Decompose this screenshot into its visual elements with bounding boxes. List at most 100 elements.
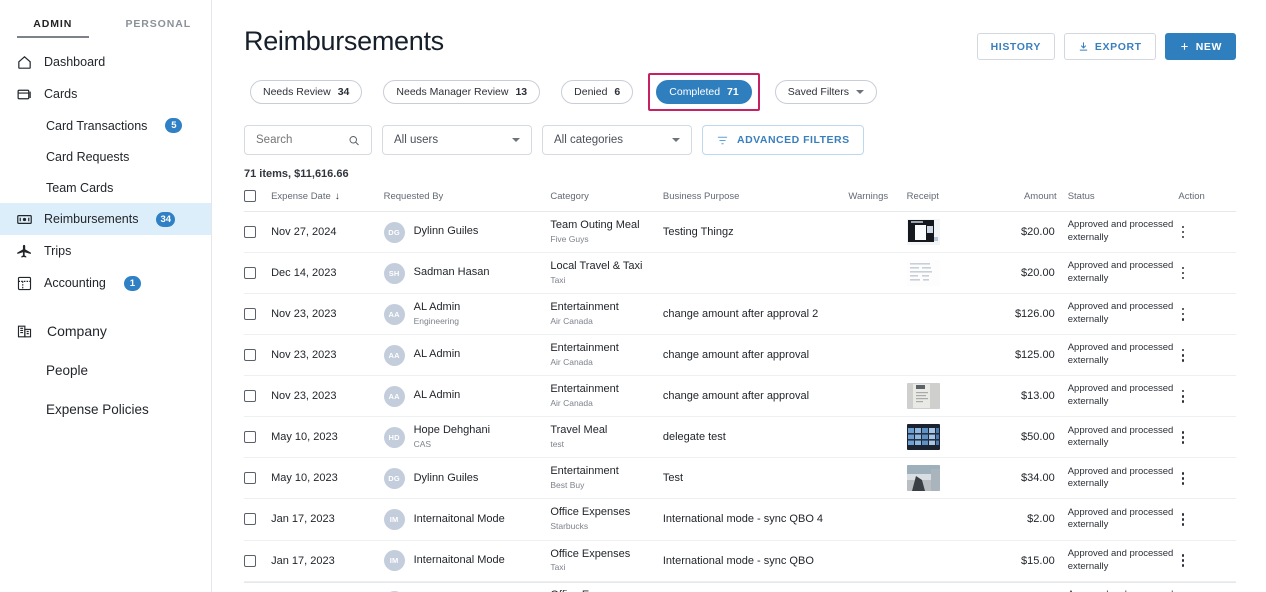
row-checkbox[interactable] [244, 226, 256, 239]
users-select[interactable]: All users [382, 125, 532, 155]
row-menu-button[interactable] [1173, 554, 1187, 567]
cell-status: Approved and processed externally [1056, 375, 1174, 418]
cell-expense-date: Nov 27, 2024 [271, 211, 384, 254]
row-checkbox[interactable] [244, 390, 256, 403]
cell-receipt [906, 540, 988, 582]
cell-warnings [848, 252, 907, 295]
chip-label: Completed [669, 86, 721, 98]
row-checkbox[interactable] [244, 349, 256, 362]
chip-needs-manager-review[interactable]: Needs Manager Review 13 [383, 80, 541, 104]
requester-name: Internaitonal Mode [413, 553, 505, 566]
search-input[interactable] [256, 134, 348, 146]
row-menu-button[interactable] [1173, 472, 1187, 485]
col-status[interactable]: Status [1056, 190, 1174, 212]
table-row[interactable]: May 10, 2023 DG Dylinn Guiles Entertainm… [244, 457, 1236, 500]
table-row[interactable]: Nov 23, 2023 AA AL Admin Entertainment A… [244, 375, 1236, 418]
col-receipt[interactable]: Receipt [906, 190, 988, 212]
sidebar-item-label: Company [47, 323, 107, 339]
sidebar-item-expense-policies[interactable]: Expense Policies [0, 394, 211, 425]
row-checkbox[interactable] [244, 267, 256, 280]
sidebar-item-label: Team Cards [46, 180, 114, 195]
receipt-thumbnail[interactable] [906, 424, 940, 451]
table-row[interactable]: Nov 23, 2023 AA AL Admin Engineering Ent… [244, 293, 1236, 336]
table-row[interactable]: Jan 17, 2023 IM Internaitonal Mode Offic… [244, 540, 1236, 582]
accounting-icon [17, 276, 32, 290]
page-header: Reimbursements HISTORY EXPORT NEW [244, 26, 1236, 60]
advanced-filters-button[interactable]: ADVANCED FILTERS [702, 125, 864, 155]
col-label: Requested By [383, 190, 444, 202]
sidebar-item-team-cards[interactable]: Team Cards [0, 172, 211, 203]
row-menu-button[interactable] [1173, 513, 1187, 526]
cell-warnings [848, 540, 907, 582]
table-row[interactable]: May 10, 2023 HD Hope Dehghani CAS Travel… [244, 416, 1236, 459]
col-business-purpose[interactable]: Business Purpose [662, 190, 849, 212]
card-icon [17, 89, 31, 99]
row-checkbox[interactable] [244, 308, 256, 321]
row-menu-button[interactable] [1173, 389, 1187, 403]
cell-receipt [906, 375, 988, 418]
select-all-header [244, 190, 272, 212]
receipt-thumbnail[interactable] [906, 383, 940, 410]
sidebar-item-cards[interactable]: Cards [0, 78, 211, 110]
row-menu-button[interactable] [1173, 266, 1187, 280]
history-button[interactable]: HISTORY [976, 33, 1055, 60]
category-name: Office Expenses [550, 547, 631, 560]
sidebar-segment-tabs: ADMIN PERSONAL [0, 0, 211, 38]
row-menu-button[interactable] [1173, 348, 1187, 362]
requester: IM Internaitonal Mode [383, 550, 551, 572]
row-menu-button[interactable] [1173, 225, 1187, 239]
table-row[interactable]: Dec 14, 2023 SH Sadman Hasan Local Trave… [244, 252, 1236, 295]
row-menu-button[interactable] [1173, 307, 1187, 321]
categories-select[interactable]: All categories [542, 125, 692, 155]
receipt-thumbnail[interactable] [906, 465, 940, 492]
tab-admin[interactable]: ADMIN [0, 18, 106, 38]
sidebar-item-accounting[interactable]: Accounting 1 [0, 267, 211, 299]
sidebar-item-people[interactable]: People [0, 355, 211, 386]
new-button[interactable]: NEW [1164, 33, 1236, 60]
sidebar-item-dashboard[interactable]: Dashboard [0, 46, 211, 78]
col-category[interactable]: Category [550, 190, 663, 212]
col-expense-date[interactable]: Expense Date ↓ [271, 190, 384, 212]
search-field[interactable] [244, 125, 372, 155]
row-checkbox[interactable] [244, 554, 256, 567]
col-amount[interactable]: Amount [987, 190, 1057, 212]
chevron-down-icon [672, 138, 680, 142]
category-name: Entertainment [550, 383, 619, 396]
row-menu-button[interactable] [1173, 430, 1187, 444]
chip-denied[interactable]: Denied 6 [561, 80, 634, 104]
chip-label: Saved Filters [787, 86, 850, 98]
row-checkbox[interactable] [244, 472, 256, 485]
cell-requested-by: SH Sadman Hasan [383, 252, 551, 295]
col-label: Category [550, 190, 589, 202]
table-row[interactable]: Nov 27, 2024 DG Dylinn Guiles Team Outin… [244, 211, 1236, 254]
chip-saved-filters[interactable]: Saved Filters [774, 80, 878, 104]
chip-completed[interactable]: Completed 71 [656, 80, 752, 104]
tab-personal[interactable]: PERSONAL [106, 18, 212, 38]
row-select-cell [244, 416, 272, 459]
col-requested-by[interactable]: Requested By [383, 190, 551, 212]
row-checkbox[interactable] [244, 513, 256, 526]
cell-status: Approved and processed externally [1056, 334, 1174, 377]
sidebar-item-reimbursements[interactable]: Reimbursements 34 [0, 203, 211, 235]
sidebar-item-card-requests[interactable]: Card Requests [0, 141, 211, 172]
table-row[interactable]: Jan 17, 2023 IM Internaitonal Mode Offic… [244, 498, 1236, 541]
cell-expense-date: Dec 14, 2023 [271, 252, 384, 295]
chip-wrap-needs-manager-review: Needs Manager Review 13 [377, 75, 546, 109]
col-label: Action [1178, 190, 1205, 202]
cell-business-purpose: change amount after approval [662, 334, 849, 377]
export-button[interactable]: EXPORT [1063, 33, 1156, 60]
select-all-checkbox[interactable] [244, 190, 256, 202]
category-name: Team Outing Meal [550, 219, 640, 231]
receipt-thumbnail[interactable] [906, 260, 940, 287]
receipt-thumbnail[interactable] [906, 219, 940, 246]
sidebar-item-trips[interactable]: Trips [0, 235, 211, 267]
sidebar-item-label: Dashboard [44, 55, 106, 69]
col-warnings[interactable]: Warnings [848, 190, 907, 212]
sidebar-item-label: Expense Policies [46, 402, 149, 417]
row-checkbox[interactable] [244, 431, 256, 444]
requester-text: Internaitonal Mode [414, 513, 505, 527]
chip-needs-review[interactable]: Needs Review 34 [250, 80, 363, 104]
sidebar-item-company[interactable]: Company [0, 315, 211, 347]
sidebar-item-card-transactions[interactable]: Card Transactions 5 [0, 110, 211, 141]
table-row[interactable]: Nov 23, 2023 AA AL Admin Entertainment A… [244, 334, 1236, 377]
